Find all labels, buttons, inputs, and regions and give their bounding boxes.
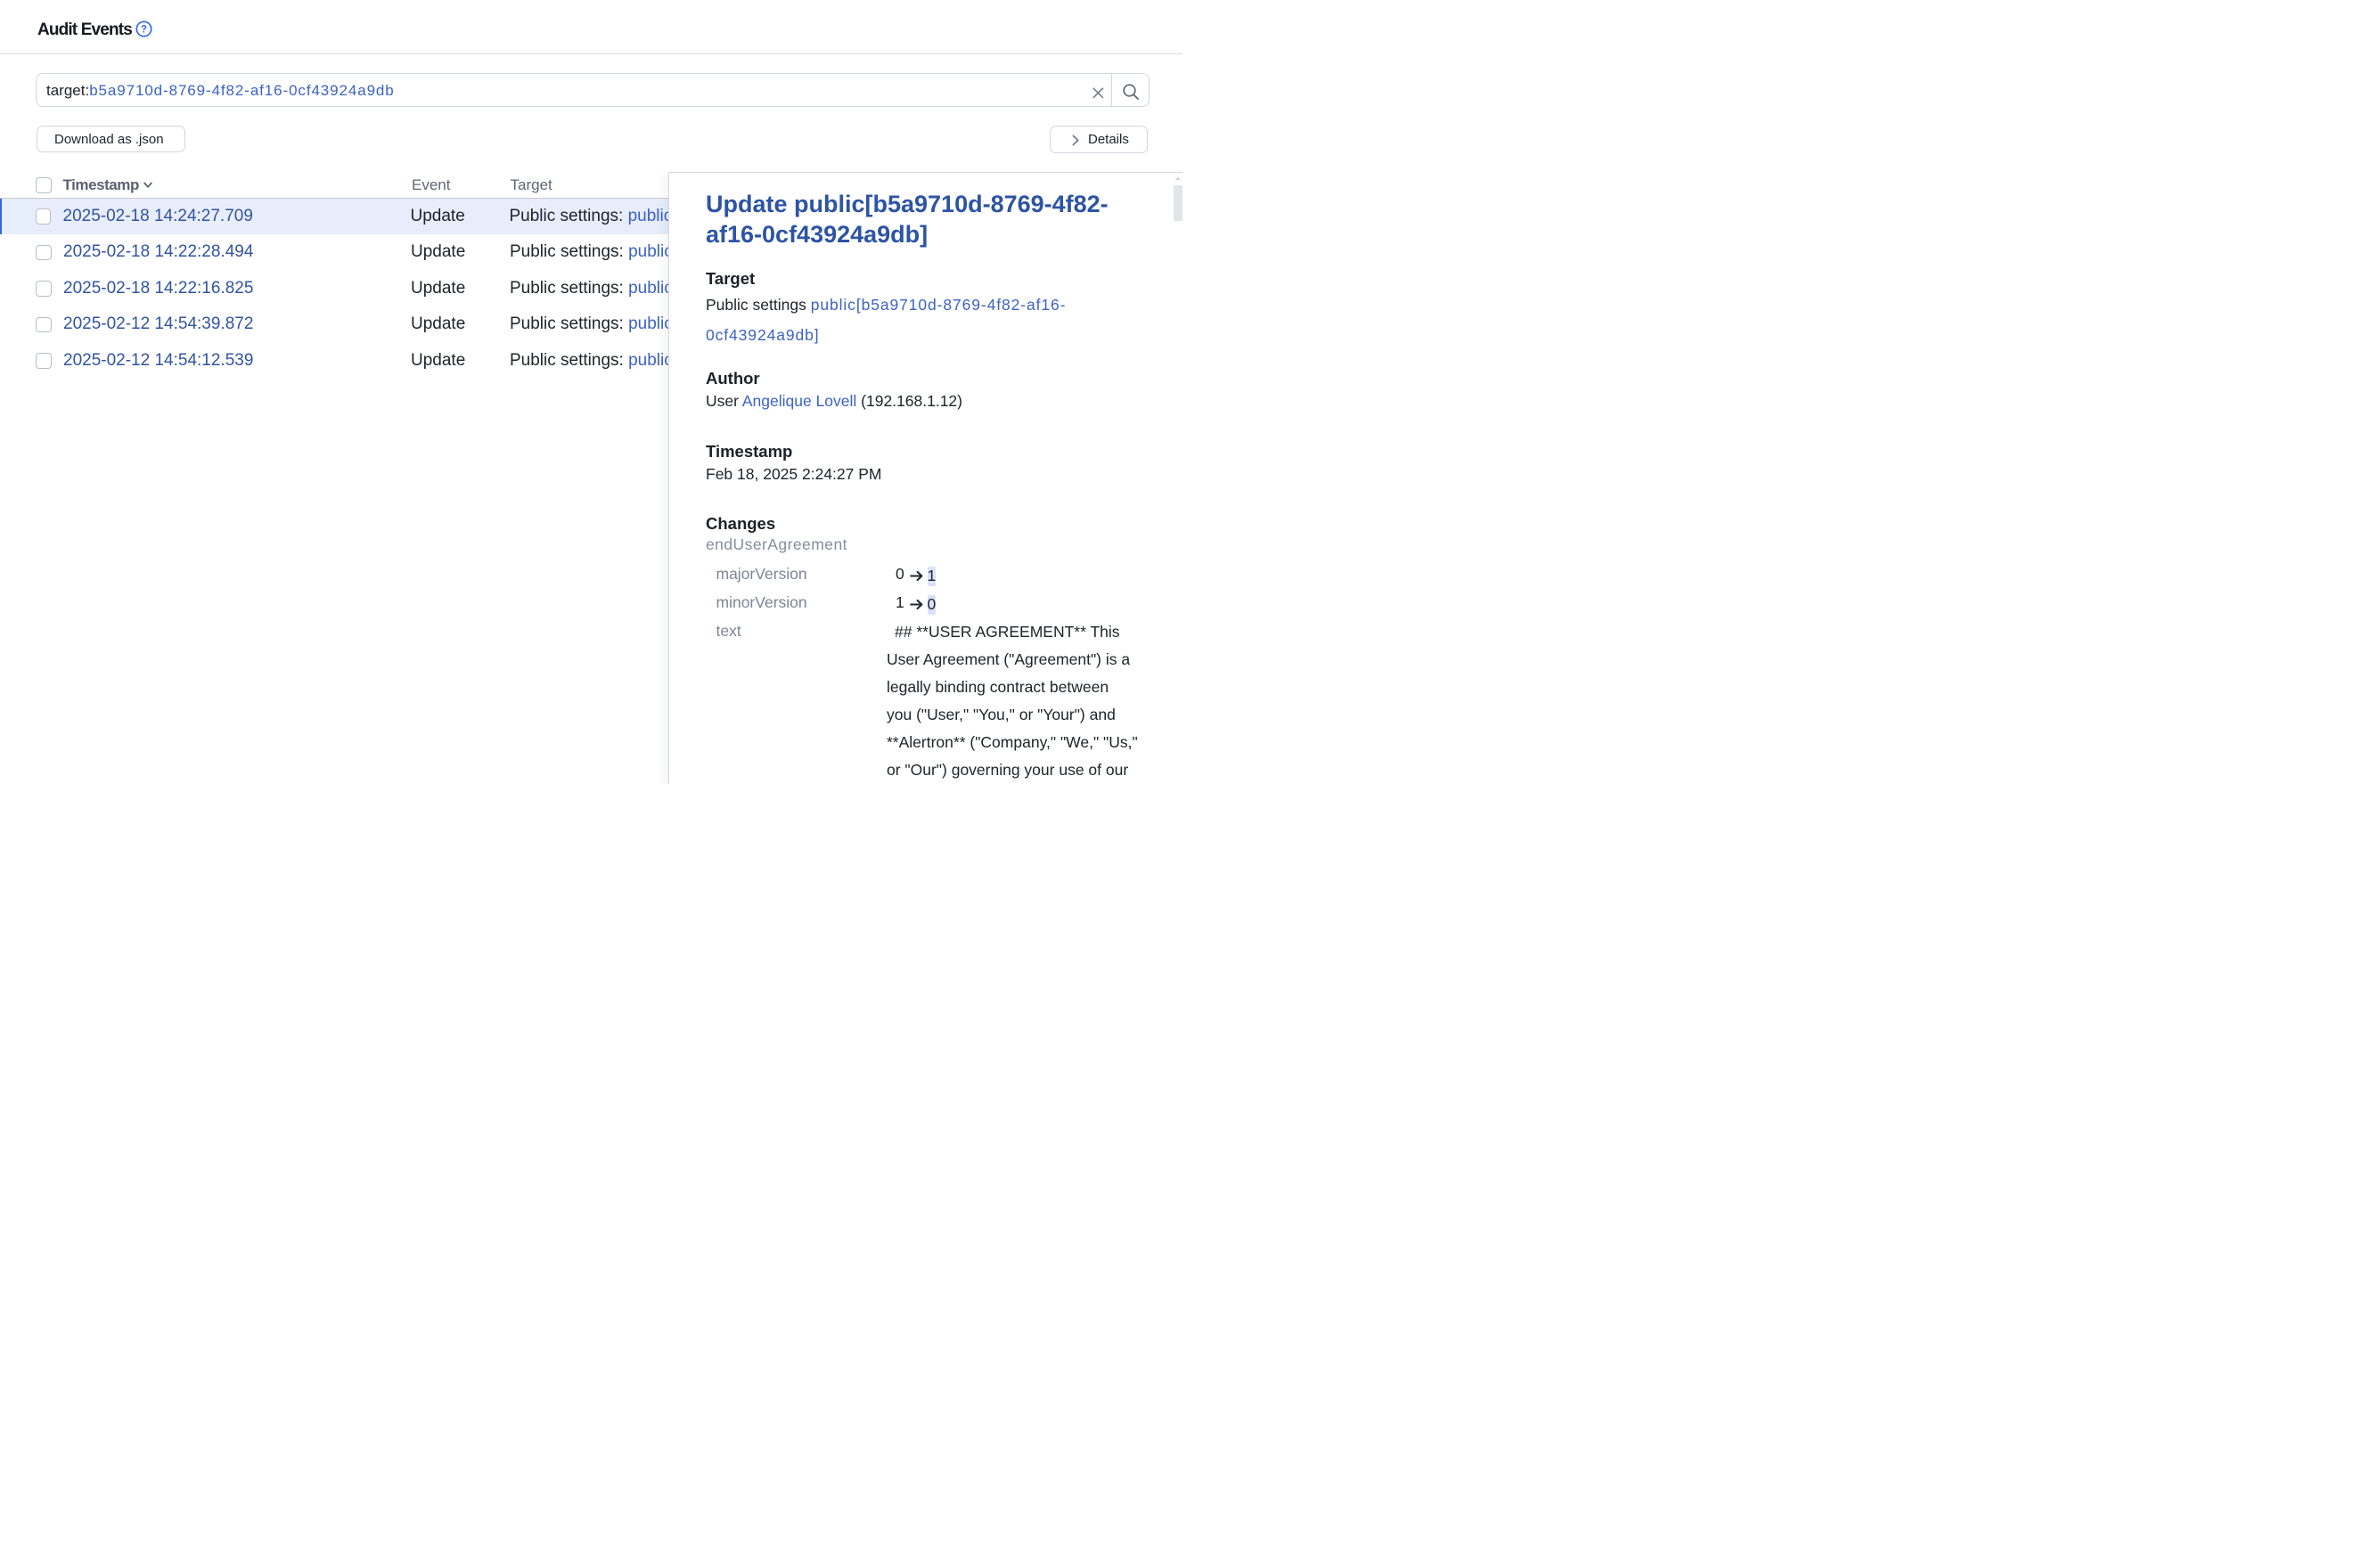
svg-text:?: ? [141,24,147,35]
